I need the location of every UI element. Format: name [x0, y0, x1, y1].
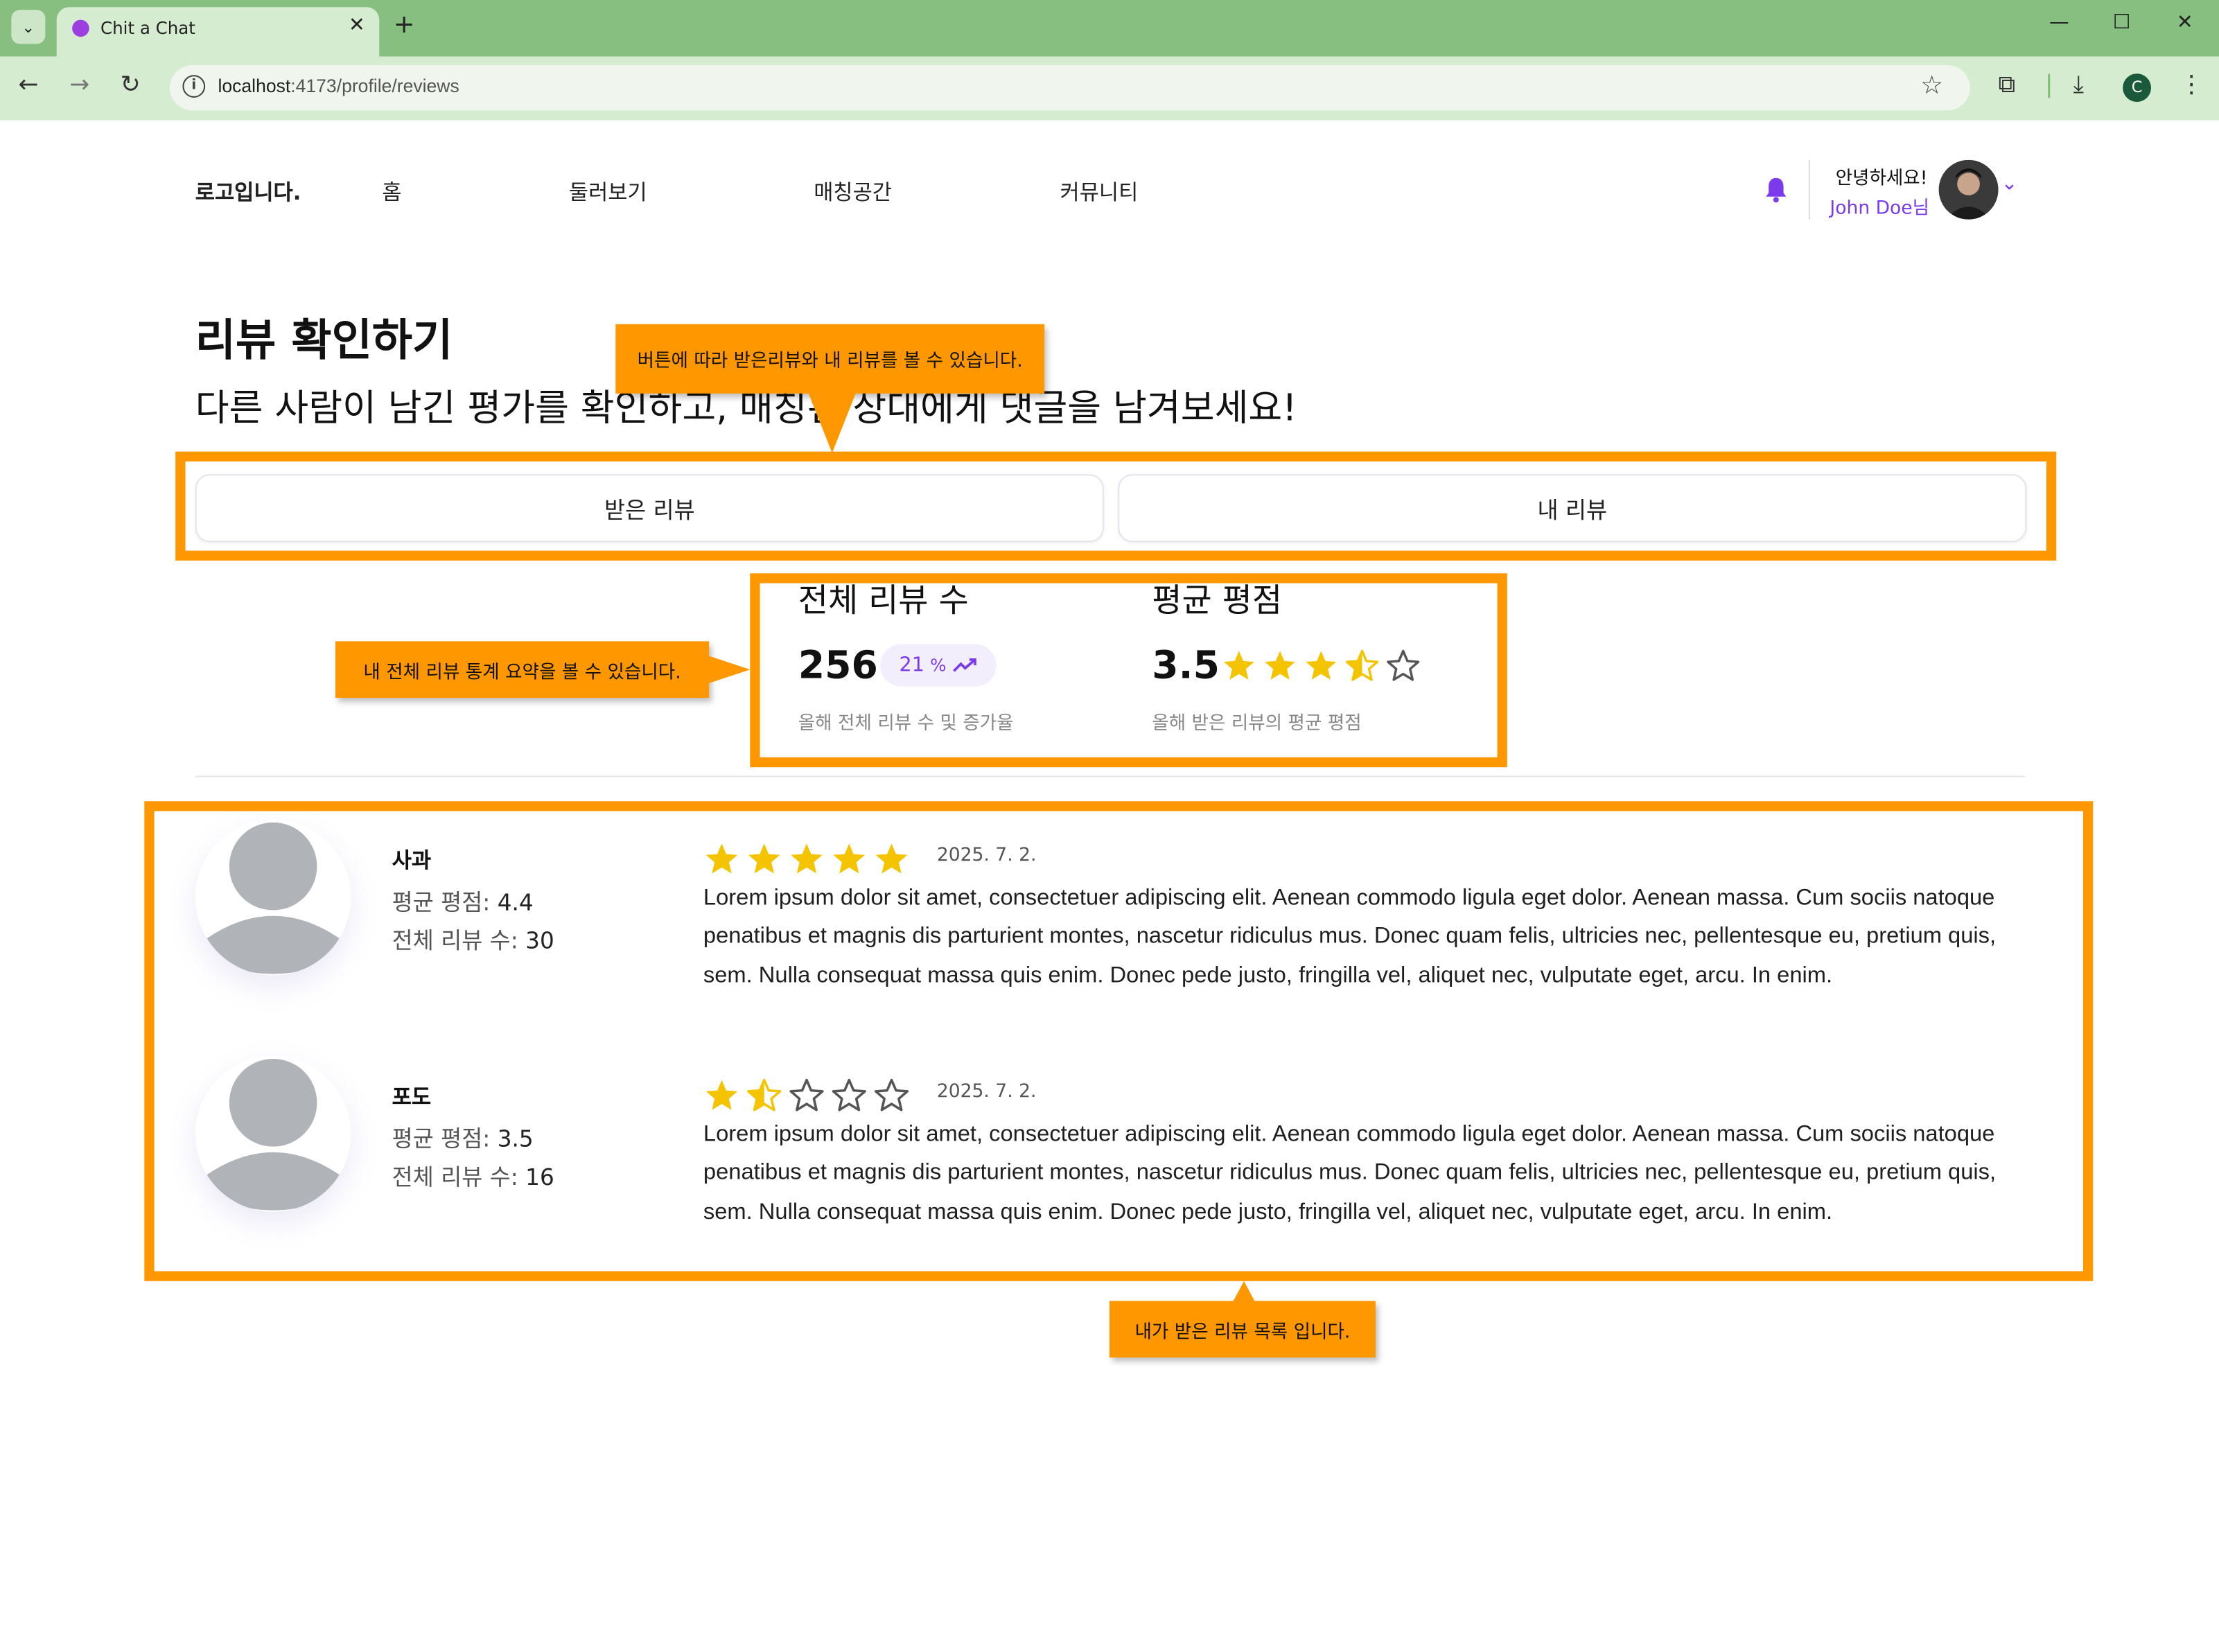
site-logo[interactable]: 로고입니다. [195, 177, 301, 206]
tabs-annotation: 버튼에 따라 받은리뷰와 내 리뷰를 볼 수 있습니다. [615, 324, 1045, 394]
bell-icon[interactable] [1763, 174, 1789, 205]
forward-icon[interactable]: → [69, 71, 89, 99]
page-title: 리뷰 확인하기 [195, 315, 453, 367]
tabs-annotation-pointer [808, 392, 857, 453]
screen: ⌄ Chit a Chat ✕ + — ☐ ✕ ← → ↻ i localhos… [0, 0, 2219, 1652]
tab-search-button[interactable]: ⌄ [11, 10, 46, 44]
bookmark-star-icon[interactable]: ☆ [1920, 71, 1956, 106]
favicon-icon [72, 19, 89, 37]
url-text: localhost:4173/profile/reviews [218, 75, 459, 96]
chevron-down-icon[interactable]: ⌄ [2001, 173, 2018, 195]
browser-profile-avatar[interactable]: C [2123, 73, 2151, 103]
toolbar-divider: | [2044, 71, 2053, 99]
nav-community[interactable]: 커뮤니티 [1060, 177, 1139, 206]
maximize-icon[interactable]: ☐ [2113, 11, 2131, 34]
extensions-icon[interactable]: ⧉ [1998, 71, 2015, 99]
minimize-icon[interactable]: — [2049, 11, 2069, 34]
close-tab-icon[interactable]: ✕ [349, 14, 365, 37]
address-bar[interactable]: i localhost:4173/profile/reviews ☆ [170, 64, 1970, 111]
window-close-icon[interactable]: ✕ [2177, 11, 2193, 34]
reload-icon[interactable]: ↻ [121, 71, 141, 99]
section-divider [195, 775, 2026, 777]
browser-tab[interactable]: Chit a Chat ✕ [56, 7, 380, 57]
download-icon[interactable]: ⤓ [2073, 71, 2084, 99]
nav-browse[interactable]: 둘러보기 [569, 177, 647, 206]
stats-highlight-box [750, 573, 1507, 768]
list-highlight-box [144, 801, 2094, 1281]
header-divider [1808, 159, 1810, 220]
user-avatar[interactable] [1938, 159, 1999, 220]
browser-tabstrip: ⌄ Chit a Chat ✕ + — ☐ ✕ [0, 0, 2219, 57]
back-icon[interactable]: ← [19, 71, 39, 99]
new-tab-button[interactable]: + [394, 10, 415, 39]
tabs-highlight-box [175, 451, 2057, 561]
greeting-text: 안녕하세요! [1835, 168, 1928, 190]
tab-title: Chit a Chat [100, 18, 195, 39]
list-annotation-pointer [1232, 1281, 1256, 1303]
nav-home[interactable]: 홈 [382, 177, 401, 206]
browser-toolbar: ← → ↻ i localhost:4173/profile/reviews ☆… [0, 56, 2219, 121]
list-annotation: 내가 받은 리뷰 목록 입니다. [1110, 1301, 1376, 1358]
nav-matching[interactable]: 매칭공간 [814, 177, 892, 206]
stats-annotation-pointer [708, 655, 751, 684]
user-name: John Doe님 [1830, 197, 1930, 220]
stats-annotation: 내 전체 리뷰 통계 요약을 볼 수 있습니다. [335, 641, 710, 698]
menu-dots-icon[interactable]: ⋮ [2179, 71, 2204, 99]
site-info-icon[interactable]: i [182, 75, 206, 98]
